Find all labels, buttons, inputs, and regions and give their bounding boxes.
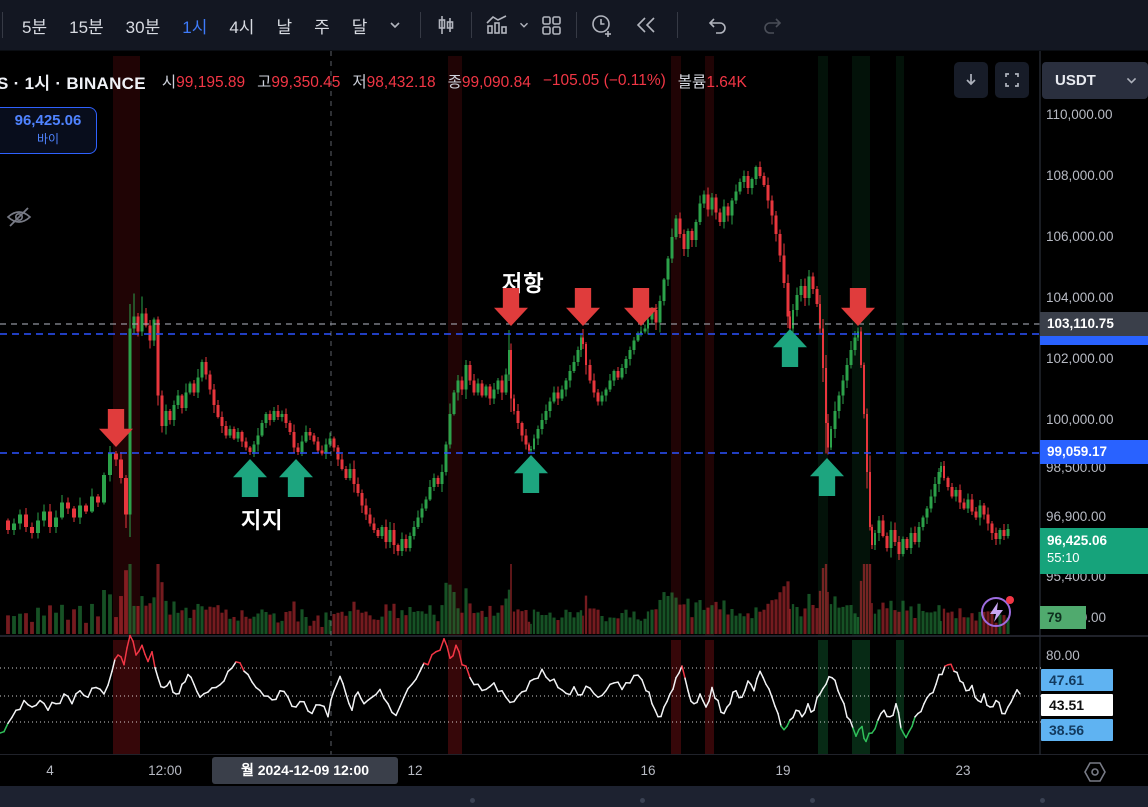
notification-dot — [1006, 596, 1014, 604]
buy-price-panel[interactable]: 96,425.06 바이 — [0, 107, 97, 154]
crosshair-price-badge: 103,110.75 — [1040, 312, 1148, 336]
interval-button-달[interactable]: 달 — [341, 13, 379, 38]
last-price-value: 96,425.06 — [1047, 533, 1108, 548]
scroll-to-latest-button[interactable] — [954, 62, 988, 98]
interval-button-1시[interactable]: 1시 — [171, 13, 218, 38]
ohlc-item: 저98,432.18 — [352, 74, 436, 91]
time-axis-label: 4 — [46, 763, 54, 778]
indicators-icon[interactable] — [480, 8, 514, 42]
toolbar-separator — [576, 12, 578, 38]
toolbar-separator — [2, 12, 3, 38]
volume-readout: 볼륨1.64K — [678, 70, 747, 92]
interval-button-날[interactable]: 날 — [265, 13, 303, 38]
interval-button-30분[interactable]: 30분 — [115, 13, 172, 38]
time-axis-label: 19 — [775, 763, 791, 778]
price-axis-label: 106,000.00 — [1046, 229, 1114, 244]
strip-glyph — [1040, 798, 1045, 803]
redo-icon[interactable] — [756, 8, 790, 42]
toolbar-separator — [471, 12, 473, 38]
price-axis-label: 80.00 — [1046, 648, 1080, 663]
interval-button-5분[interactable]: 5분 — [11, 13, 58, 38]
time-axis-label: 23 — [955, 763, 971, 778]
chart-canvas[interactable] — [0, 0, 1148, 807]
volume-label: 볼륨 — [677, 74, 707, 91]
symbol-legend: S · 1시 · BINANCE 시99,195.89 고99,350.45 저98… — [0, 68, 759, 94]
last-price-badge: 96,425.06 55:10 — [1040, 528, 1148, 574]
interval-button-15분[interactable]: 15분 — [58, 13, 115, 38]
crosshair-date-badge: 월 2024-12-09 12:00 — [212, 757, 398, 784]
time-axis-label: 12:00 — [148, 763, 182, 778]
hide-drawings-eye-slash-icon[interactable] — [4, 202, 34, 232]
toolbar-separator — [677, 12, 679, 38]
time-axis-label: 16 — [640, 763, 656, 778]
rsi-lower-badge: 38.56 — [1041, 719, 1113, 741]
volume-axis-badge: 79 — [1040, 606, 1086, 629]
layout-grid-icon[interactable] — [534, 8, 568, 42]
rsi-current-badge: 43.51 — [1041, 694, 1113, 716]
undo-icon[interactable] — [700, 8, 734, 42]
ohlc-item: 시99,195.89 — [161, 74, 246, 91]
support-price-badge: 99,059.17 — [1040, 440, 1148, 464]
chevron-down-icon — [1126, 77, 1137, 84]
strip-glyph — [810, 798, 815, 803]
ohlc-item: 종99,090.84 — [447, 74, 531, 91]
time-axis[interactable]: 월 2024-12-09 12:00 4 12:00 12 16 19 23 — [0, 755, 1148, 786]
alert-line-axis-marker — [1040, 336, 1148, 345]
price-axis-label: 110,000.00 — [1046, 107, 1113, 122]
chevron-down-icon[interactable] — [514, 8, 534, 42]
price-axis-label: 96,900.00 — [1046, 509, 1107, 524]
price-axis-label: 108,000.00 — [1046, 168, 1114, 183]
buy-label: 바이 — [36, 132, 60, 146]
candlestick-style-icon[interactable] — [429, 8, 463, 42]
level-lines — [0, 51, 1148, 786]
interval-button-4시[interactable]: 4시 — [218, 13, 265, 38]
interval-group: 5분 15분 30분 1시 4시 날 주 달 — [11, 13, 378, 38]
price-axis-label: 100,000.00 — [1046, 412, 1114, 427]
time-axis-label: 12 — [407, 763, 423, 778]
replay-rewind-icon[interactable] — [629, 8, 663, 42]
toolbar-separator — [420, 12, 422, 38]
buy-price: 96,425.06 — [14, 112, 82, 129]
price-change: −105.05 (−0.11%) — [542, 72, 666, 89]
strip-glyph — [640, 798, 645, 803]
support-note: 지지 — [241, 508, 284, 533]
session-bands — [113, 56, 904, 754]
top-toolbar: 5분 15분 30분 1시 4시 날 주 달 — [0, 0, 1148, 51]
currency-value: USDT — [1055, 72, 1096, 89]
strip-glyph — [470, 798, 475, 803]
symbol-title[interactable]: S · 1시 · BINANCE — [0, 69, 146, 94]
ohlc-values: 시99,195.89 고99,350.45 저98,432.18 종99,090.84 — [162, 70, 543, 92]
tradingview-chart-app: 5분 15분 30분 1시 4시 날 주 달 S · 1시 · BINANCE … — [0, 0, 1148, 807]
volume-value: 1.64K — [706, 74, 747, 91]
alert-clock-plus-icon[interactable] — [585, 8, 619, 42]
bar-countdown: 55:10 — [1047, 550, 1080, 565]
ohlc-item: 고99,350.45 — [257, 74, 341, 91]
timezone-settings-hexagon-icon[interactable] — [1082, 759, 1108, 785]
price-axis-label: 104,000.00 — [1046, 290, 1114, 305]
fullscreen-button[interactable] — [995, 62, 1029, 98]
bottom-toolbar-strip — [0, 786, 1148, 807]
flash-trade-icon[interactable] — [976, 591, 1018, 631]
currency-select[interactable]: USDT — [1042, 62, 1148, 99]
price-axis-label: 102,000.00 — [1046, 351, 1114, 366]
interval-button-주[interactable]: 주 — [303, 13, 341, 38]
chevron-down-icon[interactable] — [378, 8, 412, 42]
rsi-upper-badge: 47.61 — [1041, 669, 1113, 691]
